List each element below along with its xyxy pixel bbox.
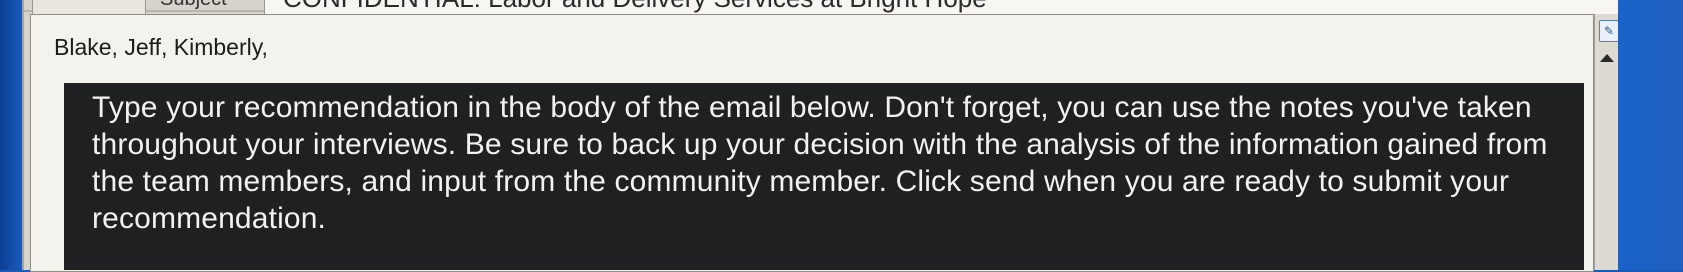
desktop-background: Subject CONFIDENTIAL: Labor and Delivery… — [0, 0, 1683, 272]
instruction-text: Type your recommendation in the body of … — [92, 91, 1548, 235]
desktop-edge-right — [1618, 0, 1683, 270]
body-scrollbar[interactable]: ✎ — [1594, 14, 1621, 270]
email-greeting: Blake, Jeff, Kimberly, — [54, 34, 268, 60]
notepad-icon[interactable]: ✎ — [1599, 20, 1619, 42]
subject-text: CONFIDENTIAL: Labor and Delivery Service… — [283, 0, 987, 14]
subject-label: Subject — [160, 0, 227, 11]
desktop-edge-left — [0, 0, 22, 270]
instruction-overlay: Type your recommendation in the body of … — [64, 83, 1584, 270]
scroll-up-arrow-icon[interactable] — [1600, 54, 1614, 62]
email-compose-window: Subject CONFIDENTIAL: Labor and Delivery… — [22, 0, 1626, 272]
